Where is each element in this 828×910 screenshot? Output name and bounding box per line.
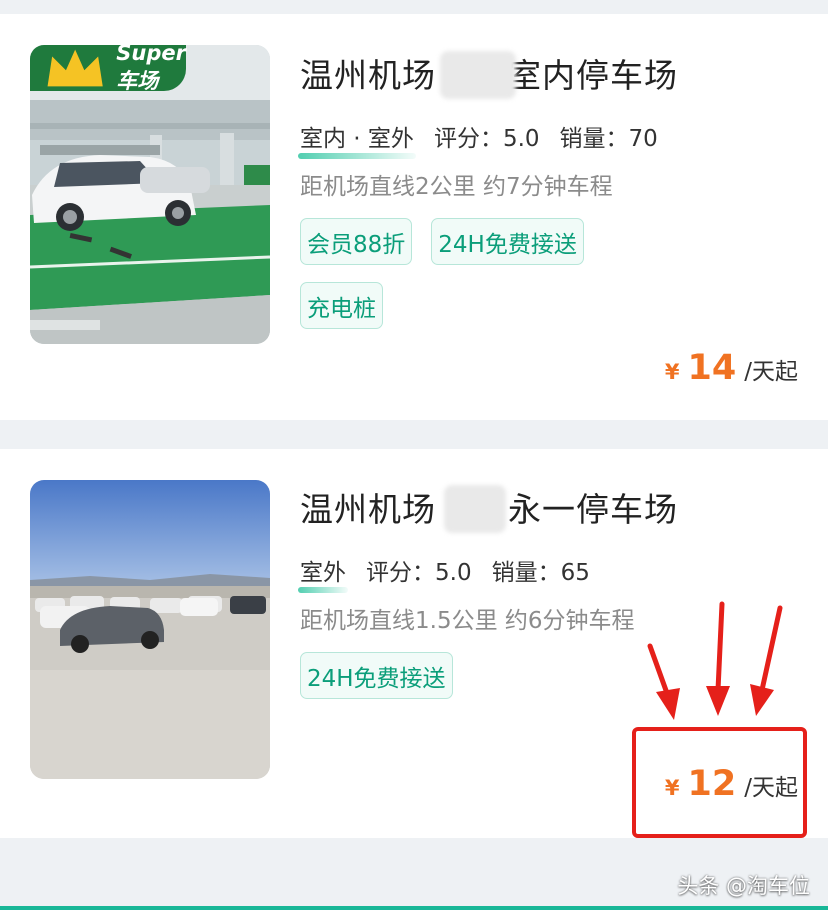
parking-lot-photo-outdoor [30, 480, 270, 779]
name-suffix: 室内停车场 [508, 56, 678, 95]
name-suffix: 永一停车场 [508, 490, 678, 529]
sales-count: 销量：70 [559, 126, 658, 152]
feature-tags: 24H免费接送 [300, 652, 630, 699]
footer-accent-line [0, 906, 828, 910]
parking-type: 室内 · 室外 [298, 119, 416, 159]
red-arrows-annotation [647, 601, 783, 720]
redaction-blur [440, 51, 516, 99]
rating: 评分：5.0 [366, 560, 472, 586]
parking-lot-photo-indoor: Super车场 [30, 45, 270, 344]
parking-list-page: Super车场 温州机场 室内停车场 室内 · 室外 评分：5.0 销量：70 … [0, 0, 828, 910]
rating: 评分：5.0 [433, 126, 540, 152]
parking-name[interactable]: 温州机场 室内停车场 [300, 51, 678, 99]
tag-free-shuttle: 24H免费接送 [300, 652, 453, 699]
meta-row: 室外 评分：5.0 销量：65 [298, 553, 678, 593]
tag-free-shuttle: 24H免费接送 [431, 218, 584, 265]
parking-card[interactable]: Super车场 温州机场 室内停车场 室内 · 室外 评分：5.0 销量：70 … [0, 14, 828, 420]
redaction-blur [444, 485, 506, 533]
sales-count: 销量：65 [491, 560, 590, 586]
parking-info: 温州机场 永一停车场 室外 评分：5.0 销量：65 距机场直线1.5公里 约6… [298, 485, 678, 699]
tag-charging-pile: 充电桩 [300, 282, 383, 329]
price-amount: 14 [687, 348, 737, 388]
watermark: 头条 @淘车位 [677, 874, 810, 898]
name-prefix: 温州机场 [300, 56, 436, 95]
name-prefix: 温州机场 [300, 490, 436, 529]
price-highlight-box [632, 727, 807, 838]
price-currency: ¥ [664, 360, 680, 384]
parking-type: 室外 [298, 553, 348, 593]
parking-info: 温州机场 室内停车场 室内 · 室外 评分：5.0 销量：70 距机场直线2公里… [298, 51, 678, 329]
parking-name[interactable]: 温州机场 永一停车场 [300, 485, 678, 533]
crown-icon [47, 49, 103, 87]
tag-member-discount: 会员88折 [300, 218, 413, 265]
badge-label: Super车场 [116, 45, 186, 93]
price-unit: /天起 [744, 359, 798, 385]
super-parking-badge: Super车场 [30, 45, 186, 93]
meta-row: 室内 · 室外 评分：5.0 销量：70 [298, 119, 678, 159]
distance-info: 距机场直线2公里 约7分钟车程 [300, 174, 613, 200]
price: ¥ 14 /天起 [665, 348, 798, 388]
feature-tags: 会员88折 24H免费接送 充电桩 [300, 218, 630, 329]
distance-info: 距机场直线1.5公里 约6分钟车程 [300, 608, 635, 634]
